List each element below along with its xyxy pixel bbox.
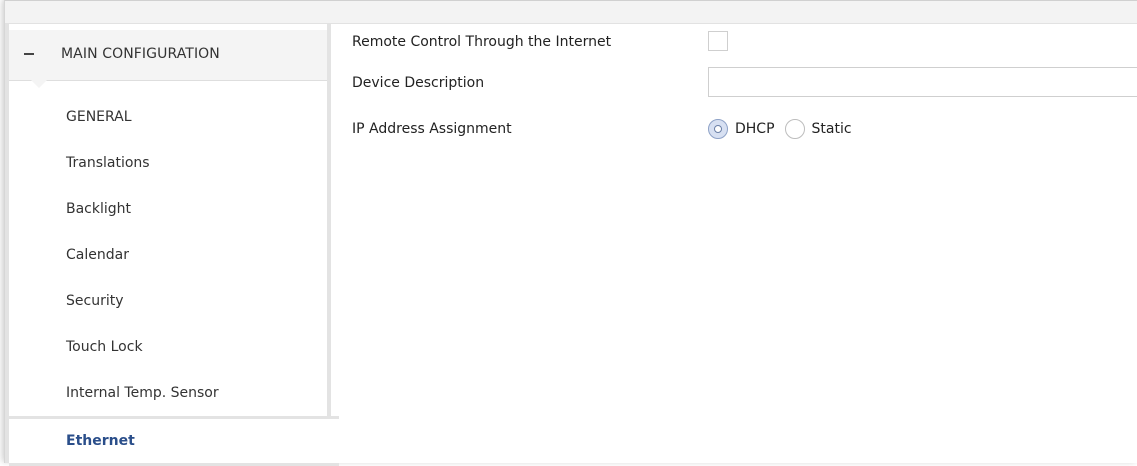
sidebar-item-touch-lock[interactable]: Touch Lock	[9, 324, 327, 370]
sidebar-item-calendar[interactable]: Calendar	[9, 232, 327, 278]
sidebar-item-backlight[interactable]: Backlight	[9, 186, 327, 232]
ip-assignment-radio-group: DHCP Static	[708, 117, 862, 141]
sidebar-nav: GENERAL Translations Backlight Calendar …	[9, 94, 339, 466]
section-pointer	[31, 80, 47, 88]
radio-dhcp[interactable]: DHCP	[708, 119, 775, 139]
content-panel: Remote Control Through the Internet Devi…	[335, 24, 1137, 463]
radio-static[interactable]: Static	[784, 119, 852, 139]
radio-dhcp-circle[interactable]	[708, 119, 728, 139]
ip-assignment-label: IP Address Assignment	[352, 121, 512, 137]
sidebar-item-security[interactable]: Security	[9, 278, 327, 324]
device-description-input[interactable]	[708, 67, 1137, 97]
device-description-label: Device Description	[352, 75, 485, 91]
radio-dhcp-label[interactable]: DHCP	[735, 121, 775, 137]
sidebar-item-ethernet[interactable]: Ethernet	[9, 416, 339, 466]
sidebar-item-internal-temp-sensor[interactable]: Internal Temp. Sensor	[9, 370, 327, 416]
remote-control-checkbox[interactable]	[708, 31, 728, 51]
radio-static-label[interactable]: Static	[812, 121, 852, 137]
window: MAIN CONFIGURATION GENERAL Translations …	[4, 0, 1137, 466]
radio-static-circle[interactable]	[784, 119, 805, 139]
section-header-main-configuration[interactable]: MAIN CONFIGURATION	[9, 30, 327, 81]
remote-control-label: Remote Control Through the Internet	[352, 34, 612, 50]
sidebar-item-general[interactable]: GENERAL	[9, 94, 327, 140]
minus-icon[interactable]	[24, 53, 34, 55]
section-title: MAIN CONFIGURATION	[61, 46, 220, 62]
sidebar-item-translations[interactable]: Translations	[9, 140, 327, 186]
top-bar	[5, 1, 1137, 24]
sidebar: MAIN CONFIGURATION GENERAL Translations …	[5, 24, 339, 466]
